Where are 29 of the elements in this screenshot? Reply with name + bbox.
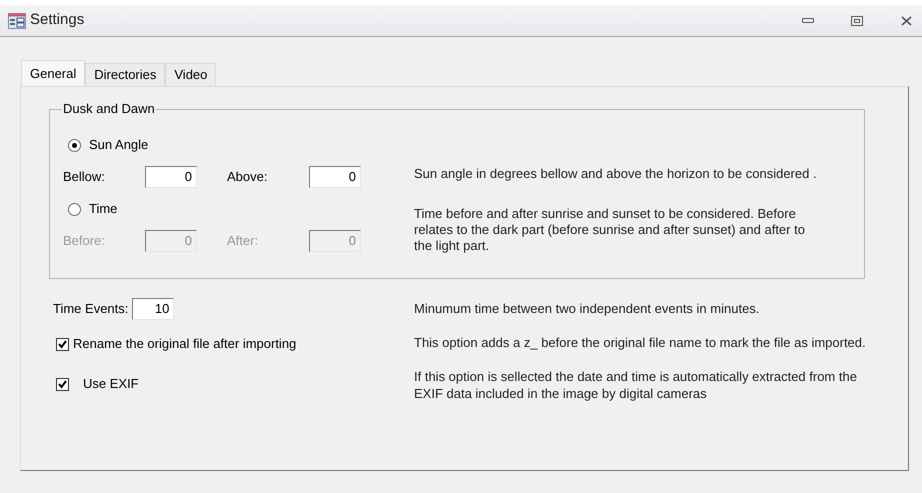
number-field[interactable]: 0	[309, 166, 361, 188]
description-text: This option adds a z_ before the original file name to mark the file as imported.	[414, 334, 867, 352]
tab[interactable]: Video	[165, 63, 216, 86]
number-field[interactable]: 10	[132, 298, 174, 320]
field-label: After:	[227, 232, 260, 250]
field-label: Bellow:	[63, 168, 106, 186]
field-label: Above:	[227, 168, 268, 186]
radio-button[interactable]	[68, 138, 81, 152]
number-field[interactable]: 0	[145, 166, 197, 188]
close-icon[interactable]	[901, 16, 912, 26]
radio-label[interactable]: Time	[89, 199, 118, 219]
description-text: Sun angle in degrees bellow and above the horizon to be considered .	[414, 166, 818, 182]
form-icon	[8, 12, 26, 28]
checkbox-label[interactable]: Rename the original file after importing	[73, 334, 296, 354]
field-label: Before:	[63, 232, 106, 250]
radio-button[interactable]	[68, 202, 81, 216]
checkbox[interactable]	[56, 378, 69, 390]
radio-label[interactable]: Sun Angle	[89, 135, 148, 155]
window-title: Settings	[30, 10, 84, 30]
field-label: Time Events:	[53, 300, 128, 318]
description-text: Minumum time between two independent events in minutes.	[414, 300, 760, 318]
tab[interactable]: Directories	[85, 63, 166, 86]
checkbox[interactable]	[56, 338, 69, 350]
minimize-icon[interactable]	[802, 18, 814, 24]
checkbox-label[interactable]: Use EXIF	[83, 374, 139, 394]
tab[interactable]: General	[21, 60, 86, 86]
restore-icon[interactable]	[851, 16, 863, 26]
description-text: Time before and after sunrise and sunset to be considered. Before relates to the dark part (before sunrise and after sunset) and after to the light part.	[414, 206, 806, 254]
description-text: If this option is sellected the date and time is automatically extracted from the EXIF data included in the image by digital cameras	[414, 368, 858, 402]
